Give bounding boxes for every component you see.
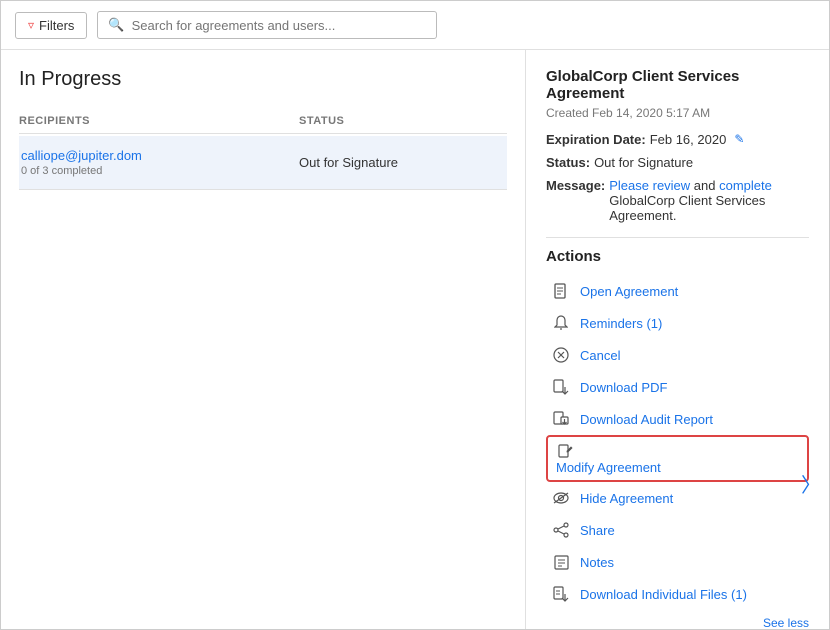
table-header: RECIPIENTS STATUS [19, 109, 507, 134]
search-icon: 🔍 [108, 17, 124, 33]
modify-icon [556, 442, 574, 460]
download-individual-icon [552, 585, 570, 603]
main-layout: In Progress RECIPIENTS STATUS calliope@j… [1, 50, 829, 629]
message-row: Message: Please review and complete Glob… [546, 178, 809, 223]
recipient-info: calliope@jupiter.dom 0 of 3 completed [19, 148, 299, 177]
section-title: In Progress [19, 68, 507, 91]
download-audit-icon [552, 410, 570, 428]
filter-label: Filters [39, 18, 74, 33]
created-date: Created Feb 14, 2020 5:17 AM [546, 106, 809, 120]
col-recipients-header: RECIPIENTS [19, 115, 299, 127]
action-notes[interactable]: Notes [546, 546, 809, 578]
filter-icon: ▿ [28, 18, 34, 32]
download-pdf-icon [552, 378, 570, 396]
message-link-review[interactable]: Please review [609, 178, 690, 193]
message-link-complete[interactable]: complete [719, 178, 772, 193]
action-open-agreement[interactable]: Open Agreement [546, 275, 809, 307]
hide-icon [552, 489, 570, 507]
hide-agreement-label: Hide Agreement [580, 491, 673, 506]
status-text: Out for Signature [299, 155, 507, 170]
share-label: Share [580, 523, 615, 538]
see-less[interactable]: See less [546, 610, 809, 629]
expiration-value: Feb 16, 2020 [650, 132, 727, 147]
cancel-label: Cancel [580, 348, 620, 363]
action-share[interactable]: Share [546, 514, 809, 546]
actions-title: Actions [546, 248, 809, 265]
bell-icon [552, 314, 570, 332]
action-download-individual[interactable]: Download Individual Files (1) [546, 578, 809, 610]
action-reminders[interactable]: Reminders (1) [546, 307, 809, 339]
notes-icon [552, 553, 570, 571]
recipient-email: calliope@jupiter.dom [21, 148, 299, 163]
agreement-title: GlobalCorp Client Services Agreement [546, 68, 809, 102]
action-download-pdf[interactable]: Download PDF [546, 371, 809, 403]
modify-agreement-label: Modify Agreement [556, 460, 661, 475]
recipient-progress: 0 of 3 completed [21, 165, 299, 177]
download-individual-label: Download Individual Files (1) [580, 587, 747, 602]
top-bar: ▿ Filters 🔍 [1, 1, 829, 50]
download-audit-label: Download Audit Report [580, 412, 713, 427]
col-status-header: STATUS [299, 115, 507, 127]
right-panel: GlobalCorp Client Services Agreement Cre… [526, 50, 829, 629]
expiration-row: Expiration Date: Feb 16, 2020 ✎ [546, 132, 809, 147]
expiration-label: Expiration Date: [546, 132, 646, 147]
search-input[interactable] [132, 18, 427, 33]
status-row: Status: Out for Signature [546, 155, 809, 170]
left-panel: In Progress RECIPIENTS STATUS calliope@j… [1, 50, 526, 629]
action-modify-agreement[interactable]: Modify Agreement 〉 [546, 435, 809, 482]
filter-button[interactable]: ▿ Filters [15, 12, 87, 39]
edit-expiration-icon[interactable]: ✎ [734, 132, 744, 146]
action-hide-agreement[interactable]: Hide Agreement [546, 482, 809, 514]
download-pdf-label: Download PDF [580, 380, 667, 395]
notes-label: Notes [580, 555, 614, 570]
share-icon [552, 521, 570, 539]
divider [546, 237, 809, 238]
action-download-audit[interactable]: Download Audit Report [546, 403, 809, 435]
table-row[interactable]: calliope@jupiter.dom 0 of 3 completed Ou… [19, 136, 507, 190]
search-box: 🔍 [97, 11, 437, 39]
open-agreement-label: Open Agreement [580, 284, 678, 299]
reminders-label: Reminders (1) [580, 316, 662, 331]
status-value: Out for Signature [594, 155, 693, 170]
cancel-icon [552, 346, 570, 364]
message-value: Please review and complete GlobalCorp Cl… [609, 178, 809, 223]
doc-icon [552, 282, 570, 300]
message-label: Message: [546, 178, 605, 193]
status-label: Status: [546, 155, 590, 170]
action-cancel[interactable]: Cancel [546, 339, 809, 371]
